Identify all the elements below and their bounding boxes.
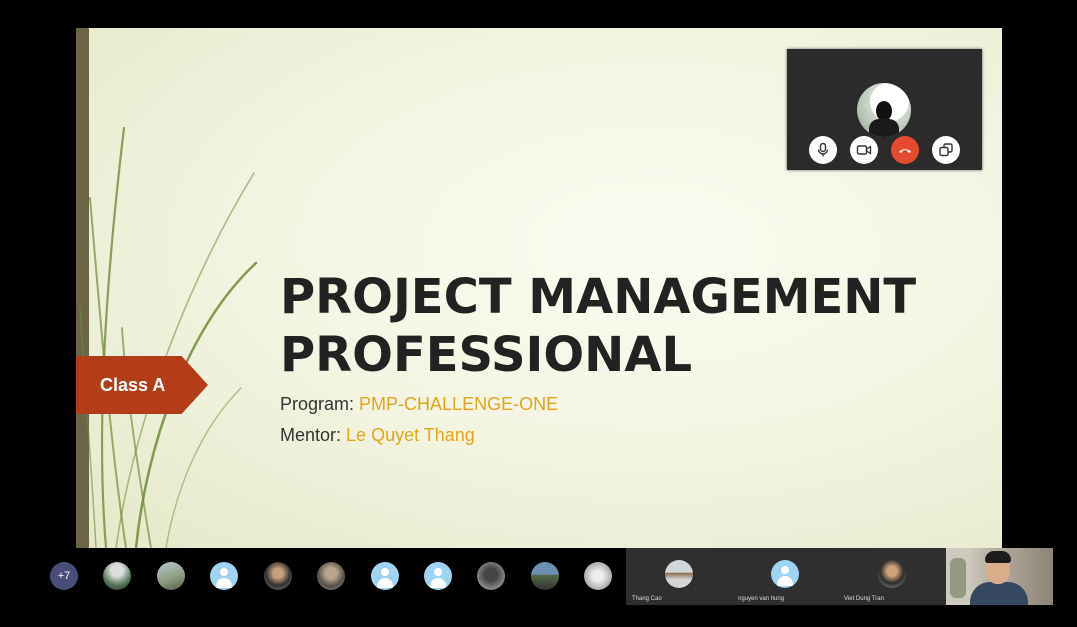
self-avatar bbox=[857, 83, 911, 137]
active-speaker-video[interactable] bbox=[946, 548, 1053, 605]
participant-avatar bbox=[771, 560, 799, 588]
participant-name: nguyen van hung bbox=[738, 596, 785, 602]
slide-title-line2: PROFESSIONAL bbox=[280, 327, 693, 383]
participant-avatar[interactable] bbox=[424, 562, 452, 590]
participant-avatar[interactable] bbox=[584, 562, 612, 590]
participant-avatar[interactable] bbox=[210, 562, 238, 590]
mic-button[interactable] bbox=[809, 136, 837, 164]
switch-view-button[interactable] bbox=[932, 136, 960, 164]
participant-avatar[interactable] bbox=[317, 562, 345, 590]
video-camera-icon bbox=[856, 145, 872, 155]
slide-title-line1: PROJECT MANAGEMENT bbox=[280, 269, 917, 325]
mentor-label: Mentor: bbox=[280, 425, 342, 445]
program-value: PMP-CHALLENGE-ONE bbox=[359, 394, 559, 414]
participant-avatar[interactable] bbox=[477, 562, 505, 590]
participant-avatar[interactable] bbox=[264, 562, 292, 590]
participant-tile[interactable]: nguyen van hung bbox=[732, 548, 838, 605]
participant-avatar[interactable] bbox=[531, 562, 559, 590]
camera-button[interactable] bbox=[850, 136, 878, 164]
program-label: Program: bbox=[280, 394, 355, 414]
self-video-panel bbox=[787, 49, 982, 170]
participant-avatar[interactable] bbox=[157, 562, 185, 590]
participant-name: Viet Dung Tran bbox=[844, 596, 884, 602]
window-swap-icon bbox=[939, 143, 953, 157]
participant-tile[interactable]: Thang Cao bbox=[626, 548, 732, 605]
participant-avatar[interactable] bbox=[103, 562, 131, 590]
mentor-line: Mentor: Le Quyet Thang bbox=[280, 425, 475, 446]
participant-avatar bbox=[665, 560, 693, 588]
slide-title: PROJECT MANAGEMENT PROFESSIONAL bbox=[280, 268, 980, 384]
program-line: Program: PMP-CHALLENGE-ONE bbox=[280, 394, 558, 415]
participant-avatar bbox=[878, 560, 906, 588]
class-tag: Class A bbox=[76, 356, 208, 414]
participant-name: Thang Cao bbox=[632, 596, 662, 602]
hang-up-button[interactable] bbox=[891, 136, 919, 164]
participant-tile[interactable]: Viet Dung Tran bbox=[838, 548, 946, 605]
mic-icon bbox=[817, 142, 829, 157]
more-participants-button[interactable]: +7 bbox=[50, 562, 78, 590]
phone-hangup-icon bbox=[899, 149, 911, 153]
mentor-value: Le Quyet Thang bbox=[346, 425, 475, 445]
participant-avatar[interactable] bbox=[371, 562, 399, 590]
